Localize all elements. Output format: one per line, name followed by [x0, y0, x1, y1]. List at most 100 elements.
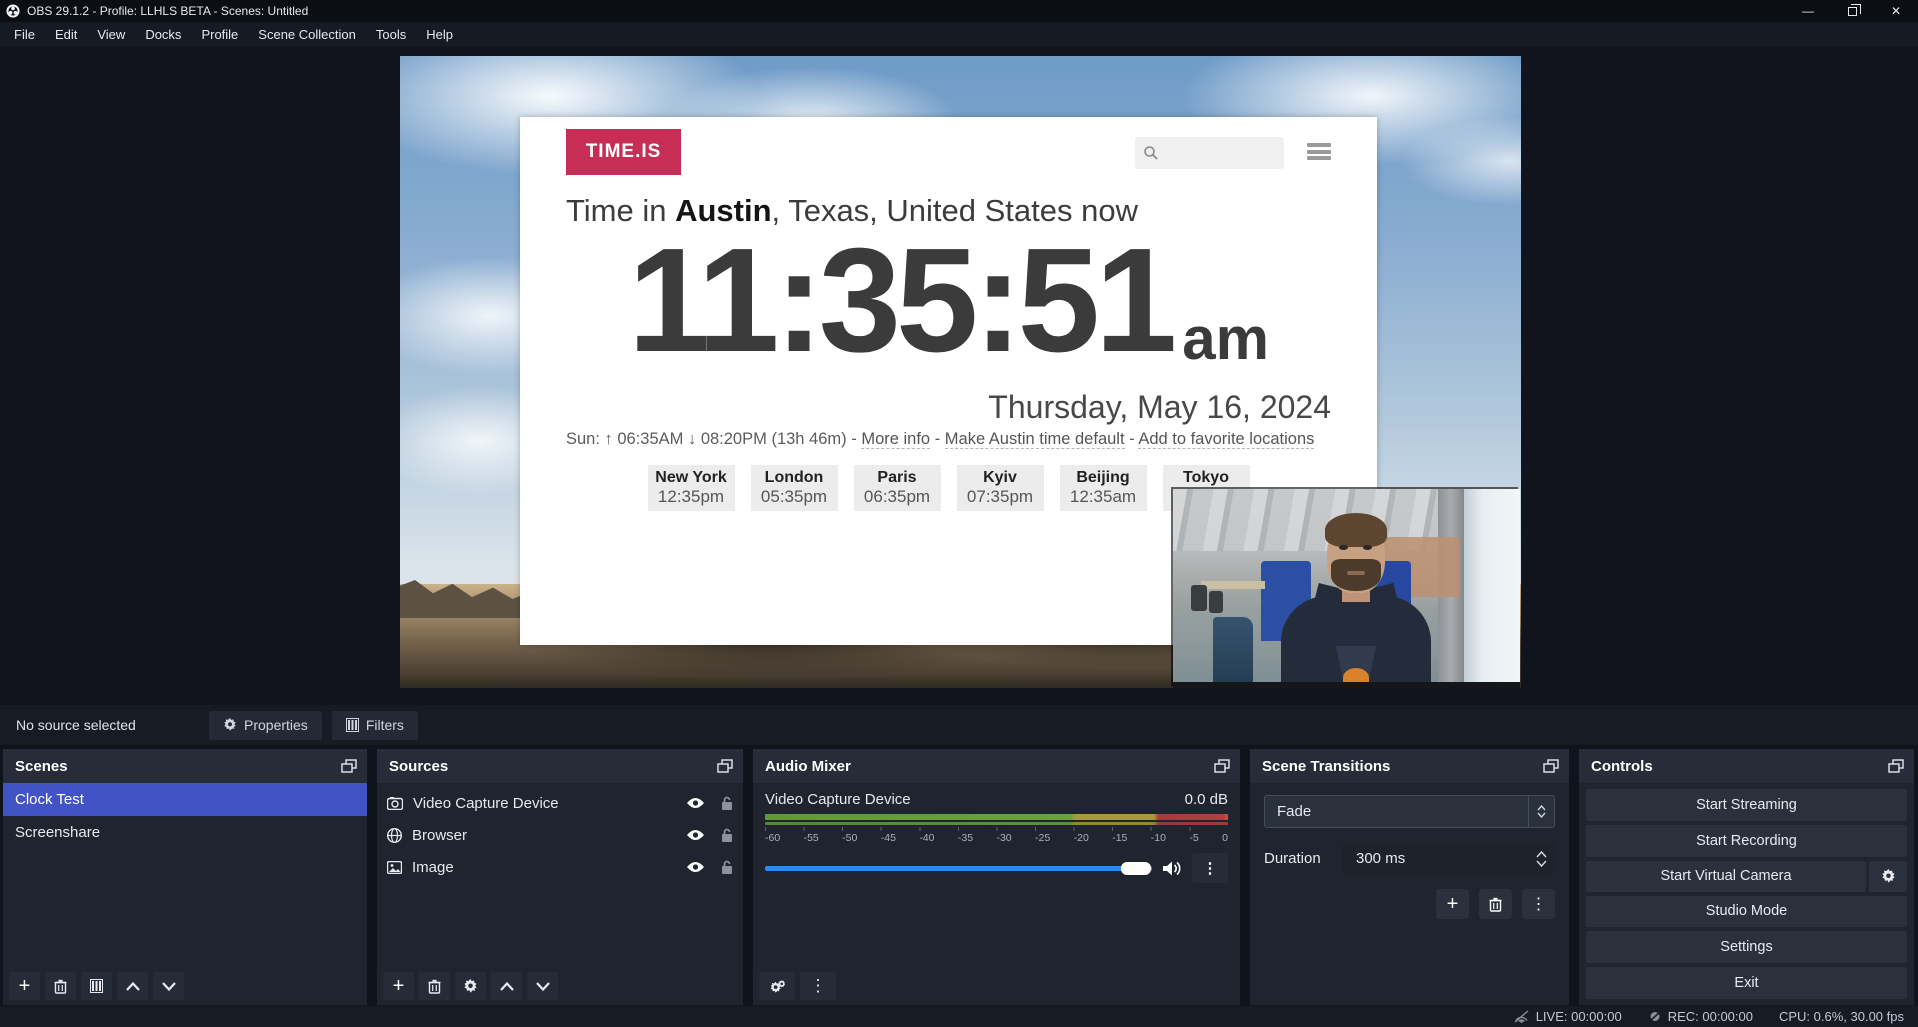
- preview-region: TIME.IS Time in Austin, Texas, United St…: [0, 47, 1918, 705]
- add-favorite-link: Add to favorite locations: [1138, 430, 1314, 449]
- properties-button[interactable]: Properties: [209, 711, 322, 740]
- gear-icon: [463, 979, 478, 994]
- controls-header[interactable]: Controls: [1579, 749, 1914, 783]
- sources-dock-header[interactable]: Sources: [377, 749, 743, 783]
- menu-file[interactable]: File: [4, 24, 45, 45]
- webcam-video-source: [1173, 489, 1520, 688]
- eye-icon[interactable]: [686, 797, 705, 809]
- sources-dock: Sources Video Capture Device: [376, 748, 744, 1006]
- trash-icon: [54, 979, 67, 994]
- gear-icon: [223, 718, 237, 732]
- search-icon: [1143, 145, 1159, 161]
- studio-mode-button[interactable]: Studio Mode: [1586, 896, 1907, 928]
- menu-profile[interactable]: Profile: [191, 24, 248, 45]
- settings-button[interactable]: Settings: [1586, 931, 1907, 963]
- volume-slider[interactable]: [765, 866, 1152, 871]
- eye-icon[interactable]: [686, 861, 705, 873]
- duration-spinbox[interactable]: 300 ms: [1342, 842, 1555, 875]
- popout-icon[interactable]: [1888, 759, 1904, 773]
- trash-icon: [1489, 897, 1502, 912]
- rec-time: REC: 00:00:00: [1668, 1009, 1753, 1024]
- transition-select[interactable]: Fade: [1264, 795, 1555, 828]
- source-item-video-capture[interactable]: Video Capture Device: [377, 787, 743, 819]
- city-box: Beijing12:35am: [1060, 465, 1147, 511]
- controls-dock: Controls Start Streaming Start Recording…: [1578, 748, 1915, 1006]
- source-item-image[interactable]: Image: [377, 851, 743, 883]
- trash-icon: [428, 979, 441, 994]
- transitions-header[interactable]: Scene Transitions: [1250, 749, 1569, 783]
- mixer-options-button[interactable]: ⋮: [1192, 853, 1228, 883]
- menu-docks[interactable]: Docks: [135, 24, 191, 45]
- sources-toolbar: +: [377, 967, 743, 1005]
- popout-icon[interactable]: [1214, 759, 1230, 773]
- scene-move-up-button[interactable]: [117, 972, 148, 1000]
- chevron-up-icon: [500, 982, 514, 991]
- chevron-up-icon: [1537, 805, 1546, 811]
- mixer-menu-button[interactable]: ⋮: [800, 972, 836, 1000]
- chevron-down-icon: [162, 982, 176, 991]
- advanced-audio-button[interactable]: [759, 972, 795, 1000]
- image-icon: [387, 861, 402, 874]
- remove-scene-button[interactable]: [45, 972, 76, 1000]
- popout-icon[interactable]: [1543, 759, 1559, 773]
- meter-tickmarks: [765, 827, 1228, 831]
- restore-icon: [1848, 7, 1857, 16]
- menu-view[interactable]: View: [87, 24, 135, 45]
- obs-window: OBS 29.1.2 - Profile: LLHLS BETA - Scene…: [0, 0, 1918, 1027]
- menu-edit[interactable]: Edit: [45, 24, 87, 45]
- hamburger-menu-icon: [1307, 143, 1331, 160]
- obs-logo-icon: [6, 4, 20, 18]
- restore-button[interactable]: [1830, 0, 1874, 22]
- spin-down-icon[interactable]: [1536, 860, 1547, 867]
- sun-info-line: Sun: ↑ 06:35AM ↓ 08:20PM (13h 46m) - Mor…: [566, 430, 1331, 449]
- minimize-button[interactable]: —: [1786, 0, 1830, 22]
- filters-button[interactable]: Filters: [332, 711, 418, 740]
- remove-transition-button[interactable]: [1479, 889, 1512, 919]
- add-source-button[interactable]: +: [383, 972, 414, 1000]
- source-item-browser[interactable]: Browser: [377, 819, 743, 851]
- start-virtual-camera-button[interactable]: Start Virtual Camera: [1586, 861, 1866, 892]
- clock-display: 11:35:51 am: [566, 229, 1331, 375]
- add-transition-button[interactable]: +: [1436, 889, 1469, 919]
- menu-help[interactable]: Help: [416, 24, 463, 45]
- person: [1281, 511, 1431, 688]
- exit-button[interactable]: Exit: [1586, 967, 1907, 999]
- audio-mixer-header[interactable]: Audio Mixer: [753, 749, 1240, 783]
- clock-time: 11:35:51: [628, 227, 1172, 375]
- remove-source-button[interactable]: [419, 972, 450, 1000]
- volume-slider-handle[interactable]: [1121, 862, 1151, 875]
- source-status-text: No source selected: [16, 717, 209, 733]
- eye-icon[interactable]: [686, 829, 705, 841]
- close-button[interactable]: ✕: [1874, 0, 1918, 22]
- source-properties-button[interactable]: [455, 972, 486, 1000]
- virtual-camera-config-button[interactable]: [1869, 861, 1907, 892]
- transition-properties-button[interactable]: ⋮: [1522, 889, 1555, 919]
- sources-title: Sources: [389, 758, 448, 775]
- menu-tools[interactable]: Tools: [366, 24, 416, 45]
- scene-filters-button[interactable]: [81, 972, 112, 1000]
- popout-icon[interactable]: [717, 759, 733, 773]
- timeis-logo: TIME.IS: [566, 129, 681, 175]
- filters-icon: [90, 979, 103, 993]
- unlock-icon[interactable]: [721, 828, 733, 843]
- chevron-up-icon: [126, 982, 140, 991]
- chevron-down-icon: [1537, 812, 1546, 818]
- start-streaming-button[interactable]: Start Streaming: [1586, 789, 1907, 821]
- meter-tick-labels: -60-55-50-45-40-35-30-25-20-15-10-50: [765, 832, 1228, 844]
- scene-item-clock-test[interactable]: Clock Test: [3, 783, 367, 816]
- scenes-dock-header[interactable]: Scenes: [3, 749, 367, 783]
- scene-item-screenshare[interactable]: Screenshare: [3, 816, 367, 849]
- start-recording-button[interactable]: Start Recording: [1586, 825, 1907, 857]
- unlock-icon[interactable]: [721, 860, 733, 875]
- popout-icon[interactable]: [341, 759, 357, 773]
- scene-move-down-button[interactable]: [153, 972, 184, 1000]
- unlock-icon[interactable]: [721, 796, 733, 811]
- speaker-icon[interactable]: [1162, 860, 1182, 877]
- preview-canvas[interactable]: TIME.IS Time in Austin, Texas, United St…: [400, 56, 1521, 688]
- source-move-down-button[interactable]: [527, 972, 558, 1000]
- double-gear-icon: [769, 979, 786, 994]
- menu-scene-collection[interactable]: Scene Collection: [248, 24, 366, 45]
- spin-up-icon[interactable]: [1536, 851, 1547, 858]
- add-scene-button[interactable]: +: [9, 972, 40, 1000]
- source-move-up-button[interactable]: [491, 972, 522, 1000]
